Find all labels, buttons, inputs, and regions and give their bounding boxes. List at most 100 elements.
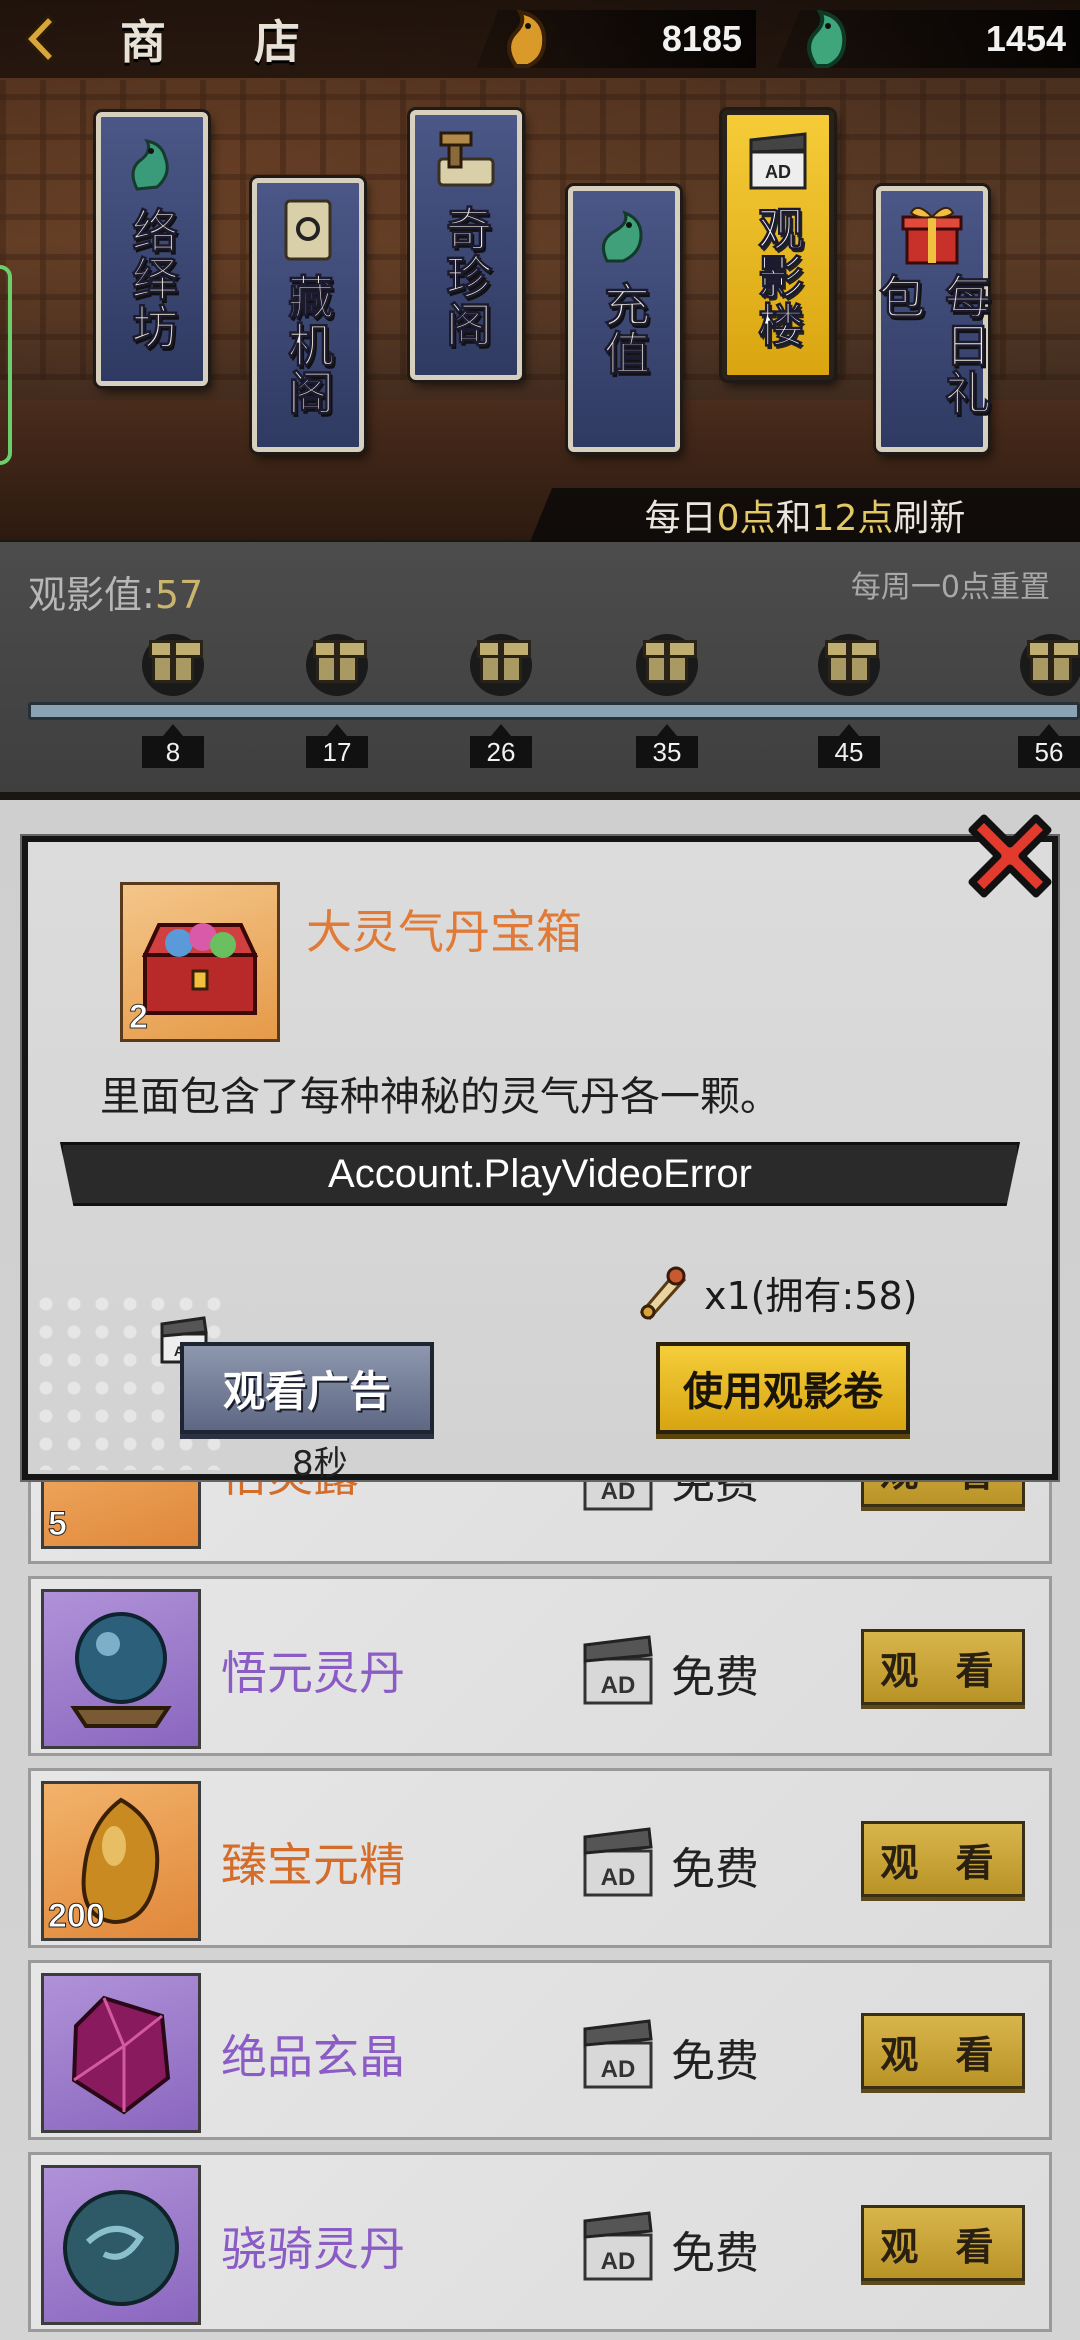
ad-clapper-icon: AD bbox=[579, 2017, 657, 2093]
price-label: 免费 bbox=[671, 1652, 759, 1703]
ad-clapper-icon: AD bbox=[579, 2209, 657, 2285]
milestone-gift-icon[interactable] bbox=[818, 634, 880, 696]
watch-button[interactable]: 观 看 bbox=[861, 2205, 1025, 2281]
weekly-reset-note: 每周一0点重置 bbox=[850, 570, 1050, 605]
ad-clapper-icon: AD bbox=[579, 1633, 657, 1709]
banner-luoyifang[interactable]: 络绎坊 bbox=[96, 112, 208, 386]
ad-clapper-icon: AD bbox=[739, 123, 817, 201]
ad-countdown: 8秒 bbox=[292, 1444, 348, 1484]
jade-amount: 1454 bbox=[985, 18, 1066, 59]
item-detail-modal: 2 大灵气丹宝箱 里面包含了每种神秘的灵气丹各一颗。 Account.PlayV… bbox=[22, 814, 1058, 1484]
svg-text:AD: AD bbox=[765, 162, 791, 182]
price-label: 免费 bbox=[671, 2228, 759, 2279]
view-value-text: 观影值: bbox=[28, 573, 155, 617]
modal-description: 里面包含了每种神秘的灵气丹各一颗。 bbox=[100, 1074, 780, 1120]
jade-dragon-coin-icon bbox=[798, 10, 858, 68]
milestone-value: 45 bbox=[818, 724, 880, 768]
jade-dragon-icon bbox=[113, 125, 191, 203]
crystal-orb-icon bbox=[41, 1589, 201, 1749]
watch-button[interactable]: 观 看 bbox=[861, 1629, 1025, 1705]
movie-ticket-icon bbox=[639, 1266, 687, 1321]
banner-label: 络绎坊 bbox=[125, 207, 180, 352]
error-message: Account.PlayVideoError bbox=[60, 1142, 1020, 1206]
banner-label: 奇珍阁 bbox=[439, 205, 494, 350]
currency-gold[interactable]: 8185 bbox=[476, 10, 756, 68]
green-dragon-coin-icon bbox=[585, 199, 663, 277]
back-button[interactable] bbox=[12, 8, 68, 70]
svg-text:AD: AD bbox=[601, 1478, 636, 1505]
banner-qizhenge[interactable]: 奇珍阁 bbox=[410, 110, 522, 380]
refresh-hour-2: 12点 bbox=[811, 498, 894, 539]
price-label: 免费 bbox=[671, 2036, 759, 2087]
milestone-gift-icon[interactable] bbox=[636, 634, 698, 696]
milestone-value: 17 bbox=[306, 724, 368, 768]
svg-text:AD: AD bbox=[601, 2056, 636, 2083]
watch-button[interactable]: 观 看 bbox=[861, 2013, 1025, 2089]
refresh-prefix: 每日 bbox=[644, 498, 717, 539]
refresh-notice: 每日 0点和 12点 刷新 bbox=[530, 488, 1080, 542]
banner-daily-gift[interactable]: 每日礼包 bbox=[872, 186, 993, 452]
ad-clapper-icon: AD bbox=[579, 1825, 657, 1901]
gift-box-icon bbox=[893, 199, 971, 269]
list-item: 200 臻宝元精 AD 免费 观 看 bbox=[28, 1768, 1052, 1948]
banner-recharge[interactable]: 充值 bbox=[568, 186, 680, 452]
item-qty: 5 bbox=[48, 1505, 68, 1544]
milestone-value: 26 bbox=[470, 724, 532, 768]
item-name: 绝品玄晶 bbox=[221, 2030, 405, 2084]
view-value-number: 57 bbox=[154, 573, 204, 617]
ticket-cost-text: x1(拥有:58) bbox=[704, 1273, 918, 1318]
milestone-gift-icon[interactable] bbox=[1020, 634, 1080, 696]
item-name: 骁骑灵丹 bbox=[221, 2222, 405, 2276]
watch-ad-button[interactable]: 观看广告 bbox=[180, 1342, 434, 1434]
modal-item-name: 大灵气丹宝箱 bbox=[306, 905, 582, 959]
svg-text:AD: AD bbox=[601, 1672, 636, 1699]
milestone-value: 8 bbox=[142, 724, 204, 768]
list-item: 悟元灵丹 AD 免费 观 看 bbox=[28, 1576, 1052, 1756]
ticket-cost: x1(拥有:58) bbox=[632, 1262, 917, 1322]
gold-dragon-coin-icon bbox=[498, 10, 558, 68]
view-value-progress bbox=[28, 702, 1080, 720]
purple-gem-icon bbox=[41, 1973, 201, 2133]
watch-button[interactable]: 观 看 bbox=[861, 1821, 1025, 1897]
banner-guanyinglou[interactable]: AD 观影楼 bbox=[722, 110, 834, 380]
refresh-suffix: 刷新 bbox=[893, 498, 966, 539]
banner-label: 观影楼 bbox=[751, 205, 806, 350]
svg-text:AD: AD bbox=[601, 1864, 636, 1891]
milestone-gift-icon[interactable] bbox=[470, 634, 532, 696]
milestone-gift-icon[interactable] bbox=[306, 634, 368, 696]
milestone-value: 35 bbox=[636, 724, 698, 768]
banner-cangjige[interactable]: 藏机阁 bbox=[252, 178, 364, 452]
top-bar: 商 店 8185 1454 bbox=[0, 0, 1080, 78]
page-title: 商 店 bbox=[120, 15, 337, 69]
view-value-panel: 观影值:57 每周一0点重置 8 17 26 35 45 56 bbox=[0, 542, 1080, 792]
close-button[interactable] bbox=[958, 804, 1062, 908]
refresh-hour-1: 0点 bbox=[716, 498, 776, 539]
treasure-chest-icon: 2 bbox=[120, 882, 280, 1042]
side-tab-edge[interactable] bbox=[0, 265, 12, 465]
price-label: 免费 bbox=[671, 1844, 759, 1895]
close-icon bbox=[968, 814, 1052, 898]
gold-amount: 8185 bbox=[661, 18, 742, 59]
list-item: 骁骑灵丹 AD 免费 观 看 bbox=[28, 2152, 1052, 2332]
use-ticket-button[interactable]: 使用观影卷 bbox=[656, 1342, 910, 1434]
item-name: 悟元灵丹 bbox=[221, 1646, 405, 1700]
banner-label: 充值 bbox=[597, 281, 652, 378]
milestone-value: 56 bbox=[1018, 724, 1080, 768]
back-arrow-icon bbox=[23, 13, 57, 65]
hammer-scroll-icon bbox=[427, 123, 505, 201]
refresh-mid: 和 bbox=[775, 498, 812, 539]
scroll-icon bbox=[269, 191, 347, 269]
shop-scene-background: 络绎坊 藏机阁 奇珍阁 充值 AD 观影楼 每日礼包 每日 0点和 12点 刷新 bbox=[0, 0, 1080, 542]
amber-stone-icon: 200 bbox=[41, 1781, 201, 1941]
item-qty: 200 bbox=[48, 1897, 106, 1936]
item-qty: 2 bbox=[129, 998, 149, 1037]
svg-text:AD: AD bbox=[601, 2248, 636, 2275]
item-name: 臻宝元精 bbox=[221, 1838, 405, 1892]
list-item: 绝品玄晶 AD 免费 观 看 bbox=[28, 1960, 1052, 2140]
teal-pill-icon bbox=[41, 2165, 201, 2325]
currency-jade[interactable]: 1454 bbox=[776, 10, 1080, 68]
milestone-gift-icon[interactable] bbox=[142, 634, 204, 696]
banner-label: 每日礼包 bbox=[872, 273, 993, 418]
view-value-label: 观影值:57 bbox=[28, 564, 203, 619]
banner-label: 藏机阁 bbox=[281, 273, 336, 418]
